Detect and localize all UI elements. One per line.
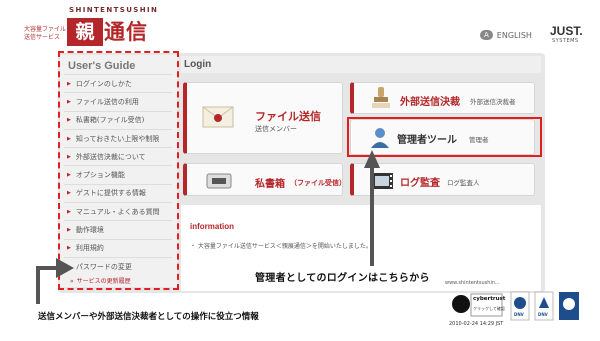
login-header [181,56,541,73]
inbox-label: 私書箱 [255,179,285,190]
external-approval-role: 外部送信決裁者 [470,98,516,106]
arrow-corner-icon [36,258,74,304]
certification-badge: DNV [534,291,554,321]
site-header: SHINTENTSUSHIN 大容量ファイル 送信サービス 親展 通信 A EN… [0,0,600,71]
cybertrust-name: cybertrust [473,296,506,302]
file-send-role: 送信メンバー [255,125,297,133]
tagline-text: 大容量ファイル 送信サービス [24,26,67,41]
log-audit-label: ログ監査 [400,178,440,189]
file-send-label: ファイル送信 [255,110,321,123]
certification-badge: DNV [510,291,530,321]
brand-tagline: 大容量ファイル 送信サービス [24,26,68,42]
language-badge: A [480,30,493,40]
logo-box[interactable]: 親展 [67,18,103,71]
trust-date: 2010-02-24 14:29 JST [449,321,504,327]
inbox-sub: （ファイル受信） [290,179,346,187]
cert-label: DNV [514,312,524,317]
mailbox-icon [206,173,232,189]
sidebar-highlight-frame [58,51,179,290]
trust-url: www.shintentsushin... [445,280,500,286]
envelope-icon [202,106,234,128]
logo-text[interactable]: 通信 [104,17,148,47]
company-logo: JUST. [550,24,583,38]
arrow-up-icon [364,150,380,266]
external-approval-label: 外部送信決裁 [400,97,460,108]
brand-english-name: SHINTENTSUSHIN [69,6,159,14]
information-text: ・ 大容量ファイル送信サービス＜親展通信＞を開始いたしました。 [190,243,372,250]
admin-login-callout: 管理者としてのログインはこちらから [255,273,430,284]
log-audit-role: ログ監査人 [447,179,480,187]
external-approval-tile[interactable]: 外部送信決裁 外部送信決裁者 [350,82,535,114]
cybertrust-sub: クリックして確認 [473,306,505,311]
language-label[interactable]: ENGLISH [497,31,532,40]
language-toggle[interactable]: A ENGLISH [480,30,532,40]
information-title: information [190,222,234,231]
certification-badge [558,291,579,321]
inbox-tile[interactable]: 私書箱 （ファイル受信） [183,163,346,196]
cert-label: DNV [538,312,548,317]
login-title: Login [184,59,212,70]
company-logo-sub: SYSTEMS [552,38,579,44]
file-send-tile[interactable]: ファイル送信 送信メンバー [183,82,343,154]
stamp-icon [372,87,390,108]
cybertrust-seal[interactable]: cybertrust クリックして確認 [451,291,506,319]
guide-callout: 送信メンバーや外部送信決裁者としての操作に役立つ情報 [38,312,259,322]
